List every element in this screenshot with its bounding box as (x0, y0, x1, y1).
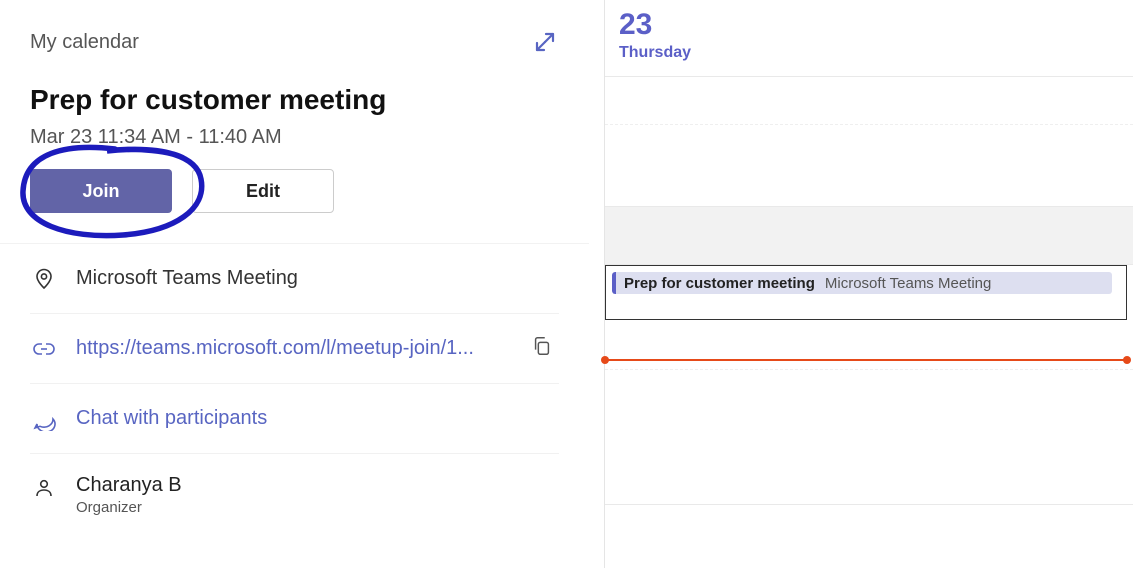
organizer-name: Charanya B (76, 474, 182, 497)
panel-label: My calendar (30, 31, 531, 54)
location-text: Microsoft Teams Meeting (76, 267, 559, 290)
person-icon (30, 474, 58, 502)
button-row: Join Edit (30, 169, 559, 213)
chat-text: Chat with participants (76, 407, 559, 430)
organizer-row: Charanya B Organizer (30, 454, 559, 516)
time-slot[interactable] (605, 77, 1133, 125)
calendar-day-number: 23 (619, 10, 1133, 40)
calendar-day-name: Thursday (619, 44, 1133, 62)
copy-link-button[interactable] (531, 335, 559, 363)
expand-button[interactable] (531, 28, 559, 56)
calendar-grid[interactable]: Prep for customer meeting Microsoft Team… (605, 77, 1133, 557)
event-title: Prep for customer meeting (30, 84, 559, 116)
chat-icon (30, 405, 58, 433)
current-time-indicator (605, 359, 1127, 361)
meeting-link[interactable]: https://teams.microsoft.com/l/meetup-joi… (76, 337, 513, 360)
link-row: https://teams.microsoft.com/l/meetup-joi… (30, 314, 559, 384)
time-slot[interactable] (605, 425, 1133, 505)
chat-row[interactable]: Chat with participants (30, 384, 559, 454)
calendar-event-subtitle: Microsoft Teams Meeting (825, 275, 991, 292)
event-detail-panel: My calendar Prep for customer meeting Ma… (0, 0, 590, 568)
time-slot[interactable] (605, 125, 1133, 207)
time-gutter (590, 0, 605, 568)
edit-button[interactable]: Edit (192, 169, 334, 213)
calendar-event-chip[interactable]: Prep for customer meeting Microsoft Team… (612, 272, 1112, 294)
expand-icon (533, 30, 557, 54)
calendar-event-title: Prep for customer meeting (624, 275, 815, 292)
calendar-panel: 23 Thursday Prep for customer meeting Mi… (590, 0, 1133, 568)
event-time: Mar 23 11:34 AM - 11:40 AM (30, 126, 559, 149)
time-slot[interactable] (605, 207, 1133, 265)
organizer-role: Organizer (76, 499, 182, 516)
join-button[interactable]: Join (30, 169, 172, 213)
location-row: Microsoft Teams Meeting (30, 244, 559, 314)
copy-icon (531, 335, 553, 357)
calendar-day-header[interactable]: 23 Thursday (605, 0, 1133, 77)
link-icon (30, 335, 58, 363)
time-slot[interactable] (605, 320, 1133, 370)
calendar-event-block[interactable]: Prep for customer meeting Microsoft Team… (605, 265, 1127, 320)
location-icon (30, 265, 58, 293)
